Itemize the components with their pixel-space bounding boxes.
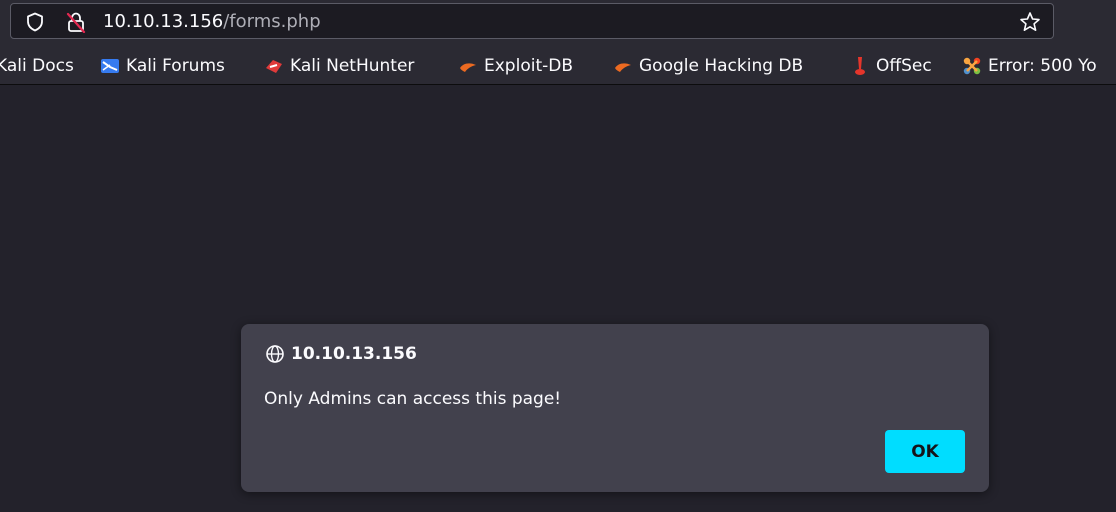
exploit-db-icon xyxy=(460,63,476,72)
bookmark-kali-docs[interactable]: Kali Docs xyxy=(0,55,74,77)
bookmark-label: Kali NetHunter xyxy=(290,56,415,76)
alert-dialog: 10.10.13.156 Only Admins can access this… xyxy=(241,324,989,492)
offsec-icon xyxy=(855,57,865,75)
bookmark-label: OffSec xyxy=(876,56,932,76)
url-text[interactable]: 10.10.13.156/forms.php xyxy=(103,12,321,32)
bookmark-label: Error: 500 Yo xyxy=(988,56,1097,76)
kali-dragon-icon xyxy=(101,59,119,73)
bookmark-kali-nethunter[interactable]: Kali NetHunter xyxy=(264,55,414,77)
lock-broken-icon[interactable] xyxy=(65,11,87,33)
shield-icon[interactable] xyxy=(25,12,45,32)
bookmark-kali-forums[interactable]: Kali Forums xyxy=(100,55,225,77)
bookmarks-toolbar: Kali Docs Kali Forums Kali NetHunter Exp… xyxy=(0,48,1116,85)
ghdb-icon xyxy=(615,63,631,72)
dialog-origin: 10.10.13.156 xyxy=(265,344,417,364)
nethunter-icon xyxy=(266,60,282,73)
bookmark-label: Exploit-DB xyxy=(484,56,573,76)
bookmark-error-500[interactable]: Error: 500 Yo xyxy=(962,55,1097,77)
url-host: 10.10.13.156 xyxy=(103,11,224,32)
bookmark-label: Kali Docs xyxy=(0,56,74,76)
dialog-origin-text: 10.10.13.156 xyxy=(291,344,417,364)
joomla-icon xyxy=(963,57,981,75)
ok-button[interactable]: OK xyxy=(885,430,965,473)
star-icon[interactable] xyxy=(1019,11,1041,33)
bookmark-offsec[interactable]: OffSec xyxy=(850,55,932,77)
address-bar[interactable]: 10.10.13.156/forms.php xyxy=(10,3,1054,39)
bookmark-label: Google Hacking DB xyxy=(639,56,804,76)
dialog-message: Only Admins can access this page! xyxy=(264,389,562,409)
bookmark-google-hacking-db[interactable]: Google Hacking DB xyxy=(613,55,803,77)
bookmark-label: Kali Forums xyxy=(126,56,225,76)
browser-toolbar: 10.10.13.156/forms.php xyxy=(0,0,1116,48)
globe-icon xyxy=(266,345,284,363)
bookmark-exploit-db[interactable]: Exploit-DB xyxy=(458,55,573,77)
url-path: /forms.php xyxy=(223,11,321,32)
